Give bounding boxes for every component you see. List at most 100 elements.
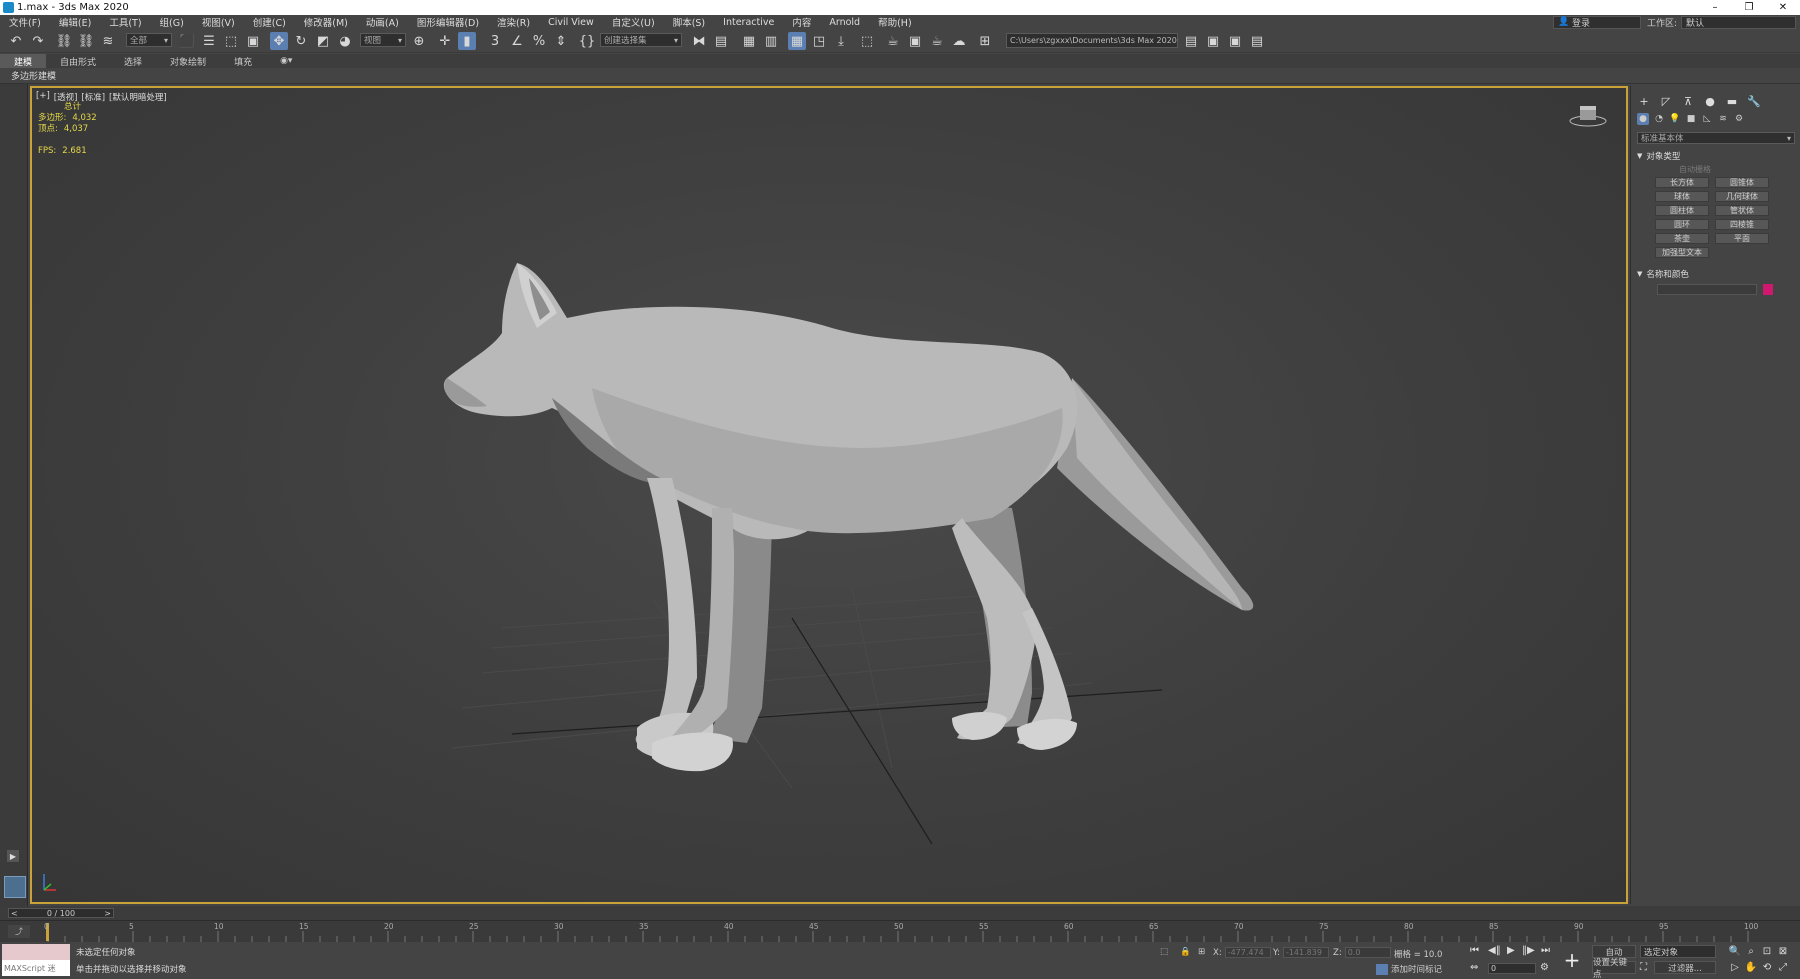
redo-icon[interactable]: ↷ — [29, 32, 47, 50]
project-folder-path[interactable]: C:\Users\zgxxx\Documents\3ds Max 2020 — [1006, 33, 1178, 48]
workspace-dropdown[interactable]: 默认 — [1681, 15, 1796, 29]
undo-icon[interactable]: ↶ — [7, 32, 25, 50]
y-field[interactable]: -141.839 — [1282, 947, 1329, 958]
torus-button[interactable]: 圆环 — [1655, 219, 1709, 230]
menu-scripting[interactable]: 脚本(S) — [664, 15, 714, 29]
select-by-name-icon[interactable]: ☰ — [200, 32, 218, 50]
create-project-icon[interactable]: ▤ — [1248, 32, 1266, 50]
utilities-tab-icon[interactable]: 🔧 — [1747, 94, 1761, 108]
tube-button[interactable]: 管状体 — [1715, 205, 1769, 216]
time-next-button[interactable]: > — [104, 909, 111, 918]
render-frame-icon[interactable]: ⊞ — [976, 32, 994, 50]
viewport-layout-thumbnail[interactable] — [4, 876, 26, 898]
absolute-mode-icon[interactable]: ⊞ — [1198, 947, 1205, 957]
goto-start-icon[interactable]: ⏮ — [1470, 945, 1479, 956]
modify-tab-icon[interactable]: ◸ — [1659, 94, 1673, 108]
time-slider-thumb[interactable]: < 0 / 100 > — [8, 908, 114, 918]
material-editor-icon[interactable]: ⬚ — [858, 32, 876, 50]
select-scale-icon[interactable]: ◩ — [314, 32, 332, 50]
bind-space-warp-icon[interactable]: ≋ — [99, 32, 117, 50]
menu-content[interactable]: 内容 — [783, 15, 820, 29]
rectangle-selection-icon[interactable]: ⬚ — [222, 32, 240, 50]
object-name-field[interactable] — [1657, 284, 1757, 295]
project-folder-icon[interactable]: ▤ — [1182, 32, 1200, 50]
name-color-header[interactable]: ▼ 名称和颜色 — [1637, 268, 1795, 280]
cone-button[interactable]: 圆锥体 — [1715, 177, 1769, 188]
time-slider[interactable]: < 0 / 100 > — [0, 906, 1800, 920]
close-button[interactable]: ✕ — [1766, 0, 1800, 15]
menu-file[interactable]: 文件(F) — [0, 15, 50, 29]
cameras-icon[interactable]: ■ — [1685, 113, 1697, 125]
viewport-shading[interactable]: [默认明暗处理] — [109, 91, 167, 103]
menu-edit[interactable]: 编辑(E) — [50, 15, 100, 29]
zoom-extents-icon[interactable]: ⊡ — [1760, 945, 1774, 958]
menu-customize[interactable]: 自定义(U) — [603, 15, 664, 29]
key-filters-button[interactable]: 过滤器... — [1654, 961, 1716, 974]
menu-animation[interactable]: 动画(A) — [357, 15, 408, 29]
field-of-view-icon[interactable]: ▷ — [1728, 961, 1742, 974]
percent-snap-icon[interactable]: % — [530, 32, 548, 50]
perspective-viewport[interactable]: [+] [透视] [标准] [默认明暗处理] 总计 多边形: 4,032 顶点: 4… — [30, 86, 1628, 904]
geosphere-button[interactable]: 几何球体 — [1715, 191, 1769, 202]
next-frame-icon[interactable]: ‖▶ — [1522, 945, 1535, 956]
zoom-extents-all-icon[interactable]: ⊠ — [1776, 945, 1790, 958]
open-project-icon[interactable]: ▣ — [1204, 32, 1222, 50]
hierarchy-tab-icon[interactable]: ⊼ — [1681, 94, 1695, 108]
set-project-icon[interactable]: ▣ — [1226, 32, 1244, 50]
textplus-button[interactable]: 加强型文本 — [1655, 247, 1709, 258]
menu-graph-editors[interactable]: 图形编辑器(D) — [408, 15, 488, 29]
curve-editor-icon[interactable]: ◳ — [810, 32, 828, 50]
menu-interactive[interactable]: Interactive — [714, 17, 783, 28]
login-dropdown[interactable]: 👤 登录 — [1552, 15, 1641, 29]
minimize-button[interactable]: – — [1698, 0, 1732, 15]
zoom-all-icon[interactable]: ⌕ — [1744, 945, 1758, 958]
tab-freeform[interactable]: 自由形式 — [46, 54, 110, 68]
orbit-icon[interactable]: ⟲ — [1760, 961, 1774, 974]
restore-button[interactable]: ❐ — [1732, 0, 1766, 15]
tab-populate[interactable]: 填充 — [220, 54, 266, 68]
key-filter-icon[interactable]: ⛶ — [1640, 962, 1647, 973]
menu-create[interactable]: 创建(C) — [244, 15, 295, 29]
selection-set-dropdown[interactable]: 选定对象 — [1640, 945, 1716, 958]
space-warps-icon[interactable]: ≋ — [1717, 113, 1729, 125]
motion-tab-icon[interactable]: ● — [1703, 94, 1717, 108]
track-bar[interactable]: ⤴ 0 5 10 15 20 25 30 35 40 45 50 55 60 65 70 75 80 85 90 95… — [0, 920, 1800, 942]
polygon-modeling-label[interactable]: 多边形建模 — [11, 69, 56, 82]
named-selection-dropdown[interactable]: 创建选择集 — [600, 33, 682, 47]
autogrid-checkbox[interactable]: 自动栅格 — [1679, 164, 1795, 175]
display-tab-icon[interactable]: ▬ — [1725, 94, 1739, 108]
lights-icon[interactable]: 💡 — [1669, 113, 1681, 125]
box-button[interactable]: 长方体 — [1655, 177, 1709, 188]
menu-help[interactable]: 帮助(H) — [869, 15, 921, 29]
expand-arrow-icon[interactable]: ▶ — [7, 850, 19, 862]
pan-icon[interactable]: ✋ — [1744, 961, 1758, 974]
render-production-icon[interactable]: ☕ — [928, 32, 946, 50]
geometry-category-dropdown[interactable]: 标准基本体 — [1637, 132, 1795, 144]
shapes-icon[interactable]: ◔ — [1653, 113, 1665, 125]
spinner-snap-icon[interactable]: ⇕ — [552, 32, 570, 50]
set-key-button[interactable]: 设置关键点 — [1592, 958, 1636, 979]
object-type-header[interactable]: ▼ 对象类型 — [1637, 150, 1795, 162]
layer-explorer-icon[interactable]: ▥ — [762, 32, 780, 50]
object-color-swatch[interactable] — [1763, 284, 1773, 295]
geometry-icon[interactable]: ● — [1637, 113, 1649, 125]
menu-civil-view[interactable]: Civil View — [539, 17, 603, 28]
systems-icon[interactable]: ⚙ — [1733, 113, 1745, 125]
pivot-center-icon[interactable]: ⊕ — [410, 32, 428, 50]
helpers-icon[interactable]: ◺ — [1701, 113, 1713, 125]
viewcube-icon[interactable] — [1568, 102, 1608, 128]
snaps-toggle-icon[interactable]: 3 — [486, 32, 504, 50]
maxscript-input[interactable]: MAXScript 迷 — [2, 960, 70, 976]
menu-views[interactable]: 视图(V) — [193, 15, 244, 29]
ribbon-toggle-icon[interactable]: ▦ — [788, 32, 806, 50]
schematic-view-icon[interactable]: ⤓ — [832, 32, 850, 50]
z-field[interactable]: 0.0 — [1344, 947, 1391, 958]
time-prev-button[interactable]: < — [11, 909, 18, 918]
menu-modifiers[interactable]: 修改器(M) — [295, 15, 357, 29]
select-object-icon[interactable]: ⬛ — [178, 32, 196, 50]
cylinder-button[interactable]: 圆柱体 — [1655, 205, 1709, 216]
menu-tools[interactable]: 工具(T) — [100, 15, 150, 29]
link-icon[interactable]: ⛓ — [55, 32, 73, 50]
mirror-icon[interactable]: ⧓ — [690, 32, 708, 50]
maxscript-output[interactable] — [2, 944, 70, 960]
